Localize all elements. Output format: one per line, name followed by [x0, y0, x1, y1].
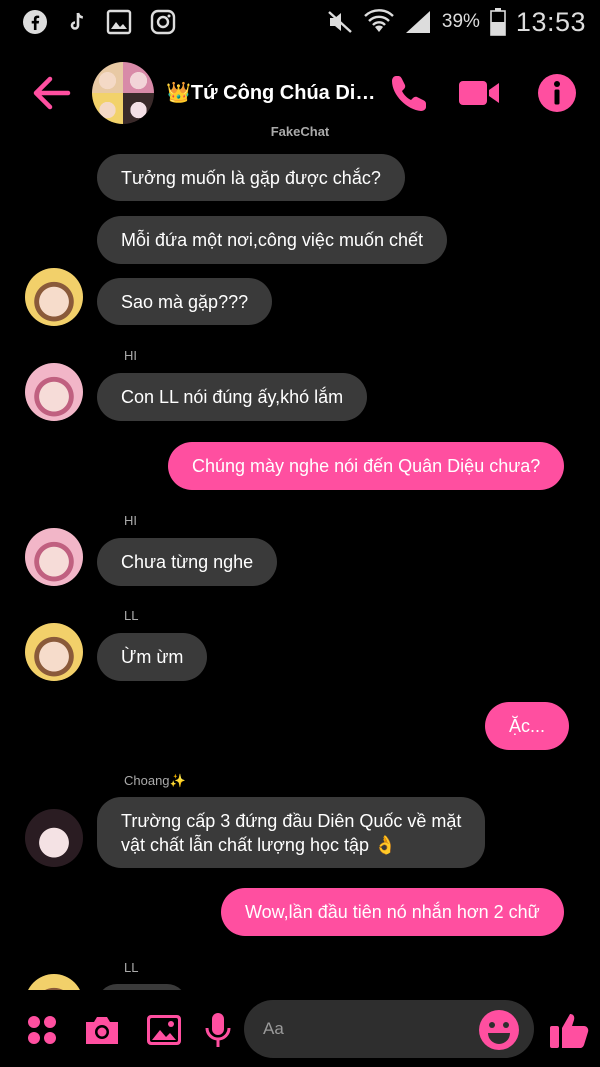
camera-icon[interactable] — [82, 1010, 122, 1050]
message-bubble[interactable]: Chúng mày nghe nói đến Quân Diệu chưa? — [168, 442, 565, 490]
message-bubble[interactable]: Ặc... — [485, 702, 570, 750]
group-avatar[interactable] — [92, 62, 154, 124]
sender-name: LL — [124, 608, 139, 623]
avatar[interactable] — [25, 268, 83, 326]
chat-header: 👑Tứ Công Chúa Diên Quốc — [0, 56, 600, 130]
tiktok-icon — [70, 12, 83, 30]
status-bar: 39% 13:53 — [0, 0, 600, 44]
message-bubble[interactable]: Wow,lần đầu tiên nó nhắn hơn 2 chữ — [221, 888, 564, 936]
info-icon[interactable] — [534, 70, 580, 116]
menu-dots-icon[interactable] — [22, 1010, 62, 1050]
chat-subtitle: FakeChat — [270, 124, 330, 139]
thumbs-up-icon[interactable] — [548, 1008, 592, 1052]
signal-icon — [405, 11, 430, 33]
message-bubble[interactable]: Sao mà gặp??? — [97, 278, 273, 325]
mute-icon — [328, 11, 352, 33]
avatar[interactable] — [25, 623, 83, 681]
avatar[interactable] — [25, 809, 83, 867]
emoji-icon[interactable] — [478, 1009, 520, 1051]
message-bubble[interactable]: Chưa từng nghe — [97, 538, 278, 586]
message-bubble[interactable]: Mỗi đứa một nơi,công việc muốn chết — [97, 216, 447, 264]
sender-name: Choang✨ — [124, 773, 186, 788]
battery-icon — [490, 8, 506, 36]
message-bubble[interactable]: Ừm ừm — [97, 633, 208, 681]
back-arrow-icon[interactable] — [30, 72, 72, 114]
instagram-icon — [150, 9, 176, 35]
battery-percent: 39% — [441, 11, 480, 32]
sender-name: HI — [124, 513, 137, 528]
message-text-line: Trường cấp 3 đứng đầu Diên Quốc về mặt — [121, 810, 462, 831]
message-bubble[interactable]: Tưởng muốn là gặp được chắc? — [97, 154, 405, 201]
status-time: 13:53 — [515, 6, 586, 37]
video-icon[interactable] — [456, 70, 502, 116]
chat-title[interactable]: 👑Tứ Công Chúa Diên Quốc — [166, 80, 382, 105]
sender-name: LL — [124, 960, 139, 975]
message-text-line: vật chất lẫn chất lượng học tập 👌 — [121, 834, 397, 855]
sender-name: HI — [124, 348, 137, 363]
gallery-icon — [106, 9, 132, 35]
phone-icon[interactable] — [386, 70, 432, 116]
image-icon[interactable] — [144, 1010, 184, 1050]
avatar[interactable] — [25, 528, 83, 586]
microphone-icon[interactable] — [198, 1010, 238, 1050]
message-bubble[interactable]: Trường cấp 3 đứng đầu Diên Quốc về mặt v… — [97, 797, 486, 868]
wifi-icon — [364, 9, 394, 32]
message-bubble[interactable]: Con LL nói đúng ấy,khó lắm — [97, 373, 368, 421]
avatar[interactable] — [25, 363, 83, 421]
facebook-icon — [23, 10, 47, 34]
